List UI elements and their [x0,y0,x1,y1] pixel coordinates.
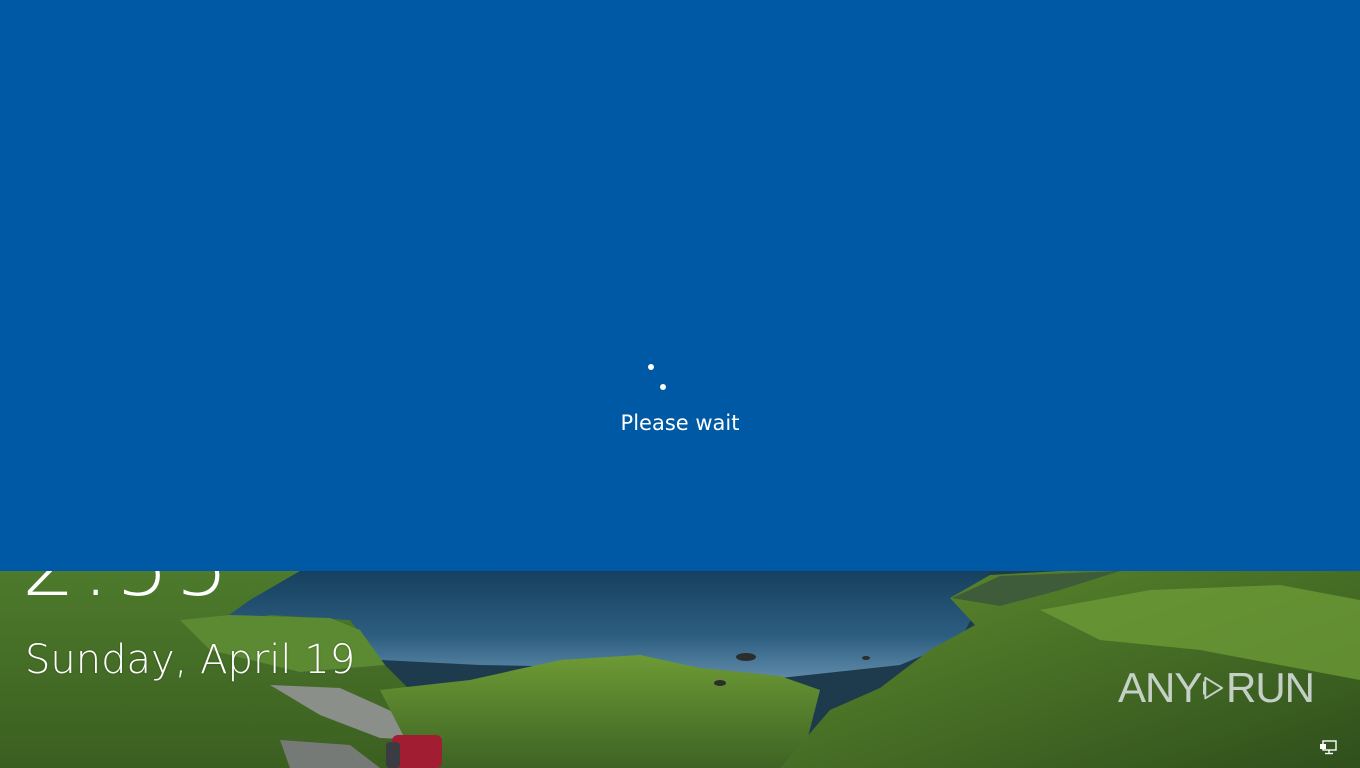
play-icon [1203,676,1224,700]
please-wait-overlay: Please wait [0,0,1360,571]
loading-dots-icon [640,356,680,396]
lock-screen: 2:55 Sunday, April 19 ANY RUN Please wai… [0,0,1360,768]
watermark-left-text: ANY [1118,664,1202,711]
spinner-dot [648,364,654,370]
anyrun-watermark: ANY RUN [1118,656,1315,720]
spinner-dot [660,384,666,390]
watermark-right-text: RUN [1226,664,1315,711]
lock-screen-date: Sunday, April 19 [25,637,356,683]
status-message: Please wait [620,411,740,435]
network-icon[interactable] [1319,739,1337,755]
